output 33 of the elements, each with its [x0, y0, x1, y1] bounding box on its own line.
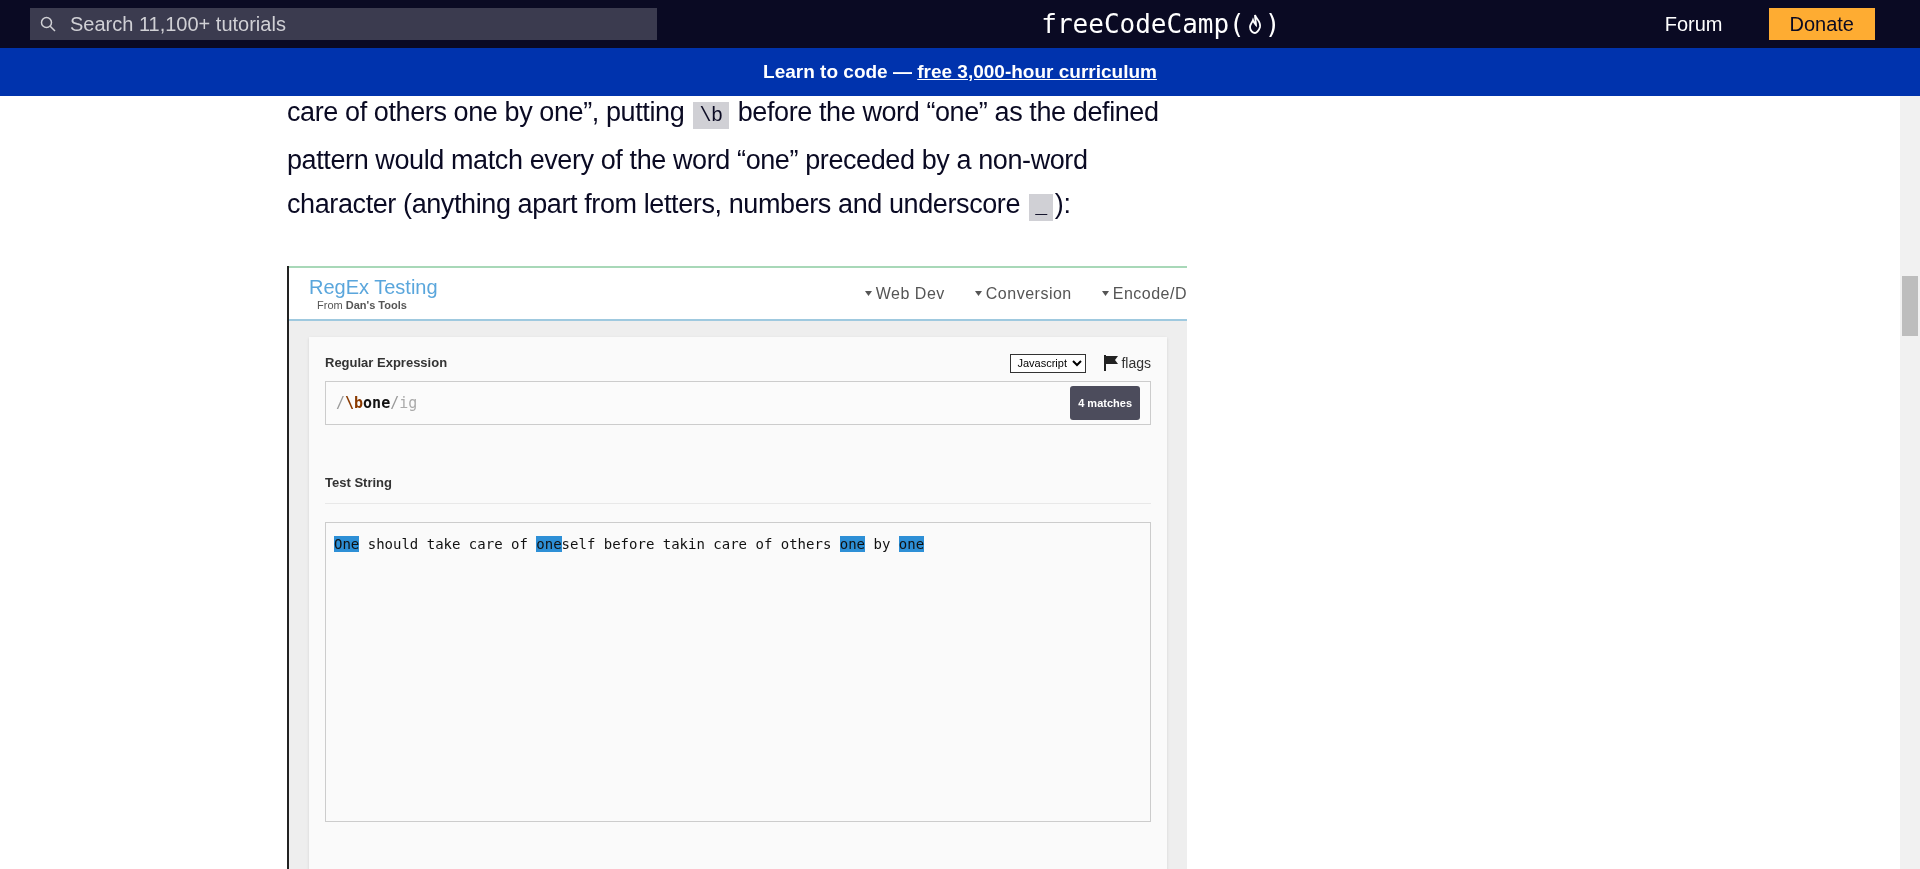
regex-token: ig: [399, 393, 418, 412]
banner-text: Learn to code —: [763, 59, 913, 84]
search-icon: [40, 16, 56, 32]
menu-item[interactable]: Web Dev: [864, 281, 945, 306]
section-label: Test String: [325, 474, 393, 492]
flavor-select[interactable]: Javascript: [1010, 353, 1087, 373]
logo-text: freeCodeCamp(: [1041, 7, 1245, 41]
regex-input[interactable]: /\bone/ig 4 matches: [325, 381, 1151, 425]
menu-item[interactable]: Encode/D: [1101, 281, 1187, 306]
flame-icon: [1246, 14, 1263, 34]
menu-item[interactable]: Conversion: [974, 281, 1072, 306]
regex-token: /: [336, 393, 346, 412]
test-string-area[interactable]: One should take care of oneself before takin care of others one by one: [325, 521, 1151, 822]
article-paragraph: care of others one by one”, putting \b before the word “one” as the defined pattern would match every of the word “one” preceded by a non-word character (anything apart from letters, numbers and underscore _ ):: [287, 96, 1160, 223]
regex-token: /: [390, 393, 400, 412]
scrollbar-thumb[interactable]: [1902, 276, 1918, 336]
caret-icon: [864, 291, 872, 296]
test-string-text: One should take care of oneself before takin care of others one by one: [334, 535, 925, 552]
section-label: Regular Expression: [325, 354, 448, 373]
flag-icon: [1104, 355, 1119, 371]
caret-icon: [974, 291, 982, 296]
flags-label[interactable]: flags: [1121, 352, 1151, 374]
forum-link[interactable]: Forum: [1664, 9, 1723, 39]
regex-token: one: [363, 393, 391, 412]
logo-text: ): [1264, 7, 1281, 41]
app-title: RegEx Testing: [309, 276, 438, 297]
curriculum-link[interactable]: free 3,000-hour curriculum: [917, 57, 1157, 87]
caret-icon: [1101, 291, 1109, 296]
match-count-badge: 4 matches: [1070, 385, 1140, 421]
donate-button[interactable]: Donate: [1768, 8, 1875, 40]
app-subtitle: From Dan's Tools: [317, 299, 408, 311]
search-field[interactable]: Search 11,100+ tutorials: [30, 8, 657, 40]
regex-token: \b: [345, 393, 364, 412]
